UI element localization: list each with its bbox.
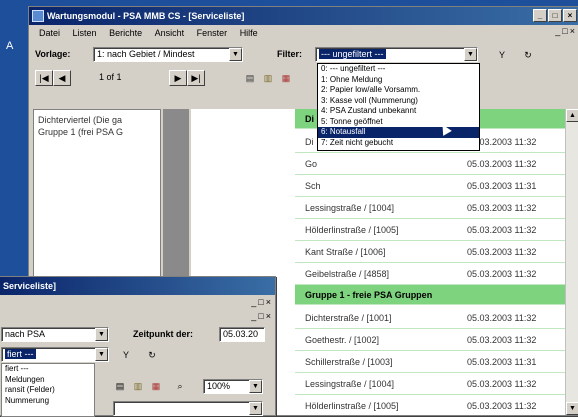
refresh-icon[interactable]: ↻ <box>521 48 535 62</box>
minimize-button[interactable]: _ <box>533 9 547 22</box>
restore-button[interactable]: □ <box>258 297 263 307</box>
print-icon[interactable]: ▤ <box>243 71 257 85</box>
refresh-icon[interactable]: ↻ <box>145 348 159 362</box>
print-icon[interactable]: ▤ <box>113 379 127 393</box>
filter-option[interactable]: 0: --- ungefiltert --- <box>318 64 479 75</box>
mdi-restore-button[interactable]: □ <box>562 26 567 36</box>
vorlage-value: nach PSA <box>5 329 46 339</box>
menu-hilfe[interactable]: Hilfe <box>240 28 258 38</box>
second-window-controls: _ □ × <box>251 297 271 307</box>
zeitpunkt-field[interactable]: 05.03.20 <box>219 327 265 342</box>
report-icon[interactable]: ▦ <box>279 71 293 85</box>
page-indicator: 1 of 1 <box>99 72 122 82</box>
chevron-down-icon[interactable]: ▼ <box>95 348 108 361</box>
splitter[interactable] <box>163 109 189 291</box>
vorlage-value: 1: nach Gebiet / Mindest <box>97 49 195 59</box>
scroll-down-icon[interactable]: ▼ <box>566 402 578 415</box>
filter-option-list[interactable]: fiert --- Meldungen ransit (Felder) Numm… <box>1 363 95 417</box>
filter-option[interactable]: fiert --- <box>2 364 94 375</box>
table-row[interactable]: Lessingstraße / [1004] 05.03.2003 11:32 <box>295 373 565 395</box>
filter-option[interactable]: ransit (Felder) <box>2 385 94 396</box>
second-titlebar[interactable]: Serviceliste] <box>0 277 275 295</box>
filter-value: fiert --- <box>5 349 36 359</box>
chevron-down-icon[interactable]: ▼ <box>249 402 262 415</box>
vorlage-label: Vorlage: <box>35 49 71 59</box>
chevron-down-icon[interactable]: ▼ <box>464 48 477 61</box>
report-icon[interactable]: ▦ <box>149 379 163 393</box>
table-row[interactable]: Geibelstraße / [4858] 05.03.2003 11:32 <box>295 263 565 285</box>
close-button[interactable]: × <box>563 9 577 22</box>
filter-option[interactable]: 3: Kasse voll (Nummerung) <box>318 96 479 107</box>
filter-option[interactable]: Meldungen <box>2 375 94 386</box>
close-button[interactable]: × <box>266 297 271 307</box>
filter-funnel-icon[interactable]: Y <box>495 48 509 62</box>
minimize-button[interactable]: _ <box>251 297 256 307</box>
menu-ansicht[interactable]: Ansicht <box>155 28 185 38</box>
zoom-select[interactable]: 100% ▼ <box>203 379 263 394</box>
filter-option[interactable]: 4: PSA Zustand unbekannt <box>318 106 479 117</box>
menu-listen[interactable]: Listen <box>73 28 97 38</box>
scroll-up-icon[interactable]: ▲ <box>566 109 578 122</box>
filter-option[interactable]: 5: Tonne geöffnet <box>318 117 479 128</box>
vertical-scrollbar[interactable]: ▲ ▼ <box>565 109 578 415</box>
table-row[interactable]: Dichterstraße / [1001] 05.03.2003 11:32 <box>295 307 565 329</box>
filter-option[interactable]: 7: Zeit nicht gebucht <box>318 138 479 149</box>
next-page-button[interactable]: ▶ <box>169 70 187 86</box>
tree-item-gruppe1[interactable]: Gruppe 1 (frei PSA G <box>34 126 160 138</box>
table-row[interactable]: Schillerstraße / [1003] 05.03.2003 11:31 <box>295 351 565 373</box>
vorlage-select[interactable]: nach PSA ▼ <box>1 327 109 342</box>
filter-select[interactable]: fiert --- ▼ <box>1 347 109 362</box>
menu-fenster[interactable]: Fenster <box>197 28 228 38</box>
table-row[interactable]: Kant Straße / [1006] 05.03.2003 11:32 <box>295 241 565 263</box>
mdi-close-button[interactable]: × <box>570 26 575 36</box>
filter-dropdown-list[interactable]: 0: --- ungefiltert --- 1: Ohne Meldung 2… <box>317 63 480 151</box>
main-titlebar[interactable]: Wartungsmodul - PSA MMB CS - [Servicelis… <box>29 7 578 25</box>
second-mdi-controls: _ □ × <box>251 311 271 321</box>
menu-berichte[interactable]: Berichte <box>109 28 142 38</box>
table-row[interactable]: Sch 05.03.2003 11:31 <box>295 175 565 197</box>
filter-option[interactable]: Nummerung <box>2 396 94 407</box>
mdi-controls: _ □ × <box>555 26 575 36</box>
app-icon <box>32 10 44 22</box>
menubar: Datei Listen Berichte Ansicht Fenster Hi… <box>29 25 578 41</box>
filter-funnel-icon[interactable]: Y <box>119 348 133 362</box>
export-icon[interactable]: ▥ <box>131 379 145 393</box>
second-window-title: Serviceliste] <box>3 281 57 291</box>
mdi-close-button[interactable]: × <box>266 311 271 321</box>
filter-label: Filter: <box>277 49 303 59</box>
table-row[interactable]: Go 05.03.2003 11:32 <box>295 153 565 175</box>
prev-page-button[interactable]: ◀ <box>53 70 71 86</box>
filter-option[interactable]: 2: Papier low/alle Vorsamm. <box>318 85 479 96</box>
filter-value: --- ungefiltert --- <box>319 49 386 59</box>
zeitpunkt-label: Zeitpunkt der: <box>133 329 193 339</box>
table-row[interactable]: Lessingstraße / [1004] 05.03.2003 11:32 <box>295 197 565 219</box>
second-window: Serviceliste] _ □ × _ □ × nach PSA ▼ Zei… <box>0 276 276 417</box>
table-row[interactable]: Hölderlinstraße / [1005] 05.03.2003 11:32 <box>295 395 565 415</box>
zoom-value: 100% <box>207 381 231 391</box>
filter-option[interactable]: 1: Ohne Meldung <box>318 75 479 86</box>
group-header: Gruppe 1 - freie PSA Gruppen <box>295 285 565 305</box>
mdi-restore-button[interactable]: □ <box>258 311 263 321</box>
vorlage-select[interactable]: 1: nach Gebiet / Mindest ▼ <box>93 47 243 62</box>
report-list: Di Di 05.03.2003 11:32 Go 05.03.2003 11:32… <box>295 109 565 415</box>
group-tree[interactable]: Dichterviertel (Die ga Gruppe 1 (frei PS… <box>33 109 161 291</box>
desktop-label: A <box>6 40 14 52</box>
chevron-down-icon[interactable]: ▼ <box>95 328 108 341</box>
search-icon[interactable]: ⌕ <box>173 379 187 393</box>
first-page-button[interactable]: |◀ <box>35 70 53 86</box>
chevron-down-icon[interactable]: ▼ <box>249 380 262 393</box>
maximize-button[interactable]: □ <box>548 9 562 22</box>
menu-datei[interactable]: Datei <box>39 28 60 38</box>
table-row[interactable]: Hölderlinstraße / [1005] 05.03.2003 11:32 <box>295 219 565 241</box>
mdi-minimize-button[interactable]: _ <box>251 311 256 321</box>
export-icon[interactable]: ▥ <box>261 71 275 85</box>
table-row[interactable]: Goethestr. / [1002] 05.03.2003 11:32 <box>295 329 565 351</box>
filter-option-selected[interactable]: 6: Notausfall <box>318 127 479 138</box>
filter-select[interactable]: --- ungefiltert --- ▼ <box>315 47 478 62</box>
last-page-button[interactable]: ▶| <box>187 70 205 86</box>
tree-item-dichterviertel[interactable]: Dichterviertel (Die ga <box>34 114 160 126</box>
mdi-minimize-button[interactable]: _ <box>555 26 560 36</box>
chevron-down-icon[interactable]: ▼ <box>229 48 242 61</box>
window-title: Wartungsmodul - PSA MMB CS - [Servicelis… <box>47 11 245 21</box>
